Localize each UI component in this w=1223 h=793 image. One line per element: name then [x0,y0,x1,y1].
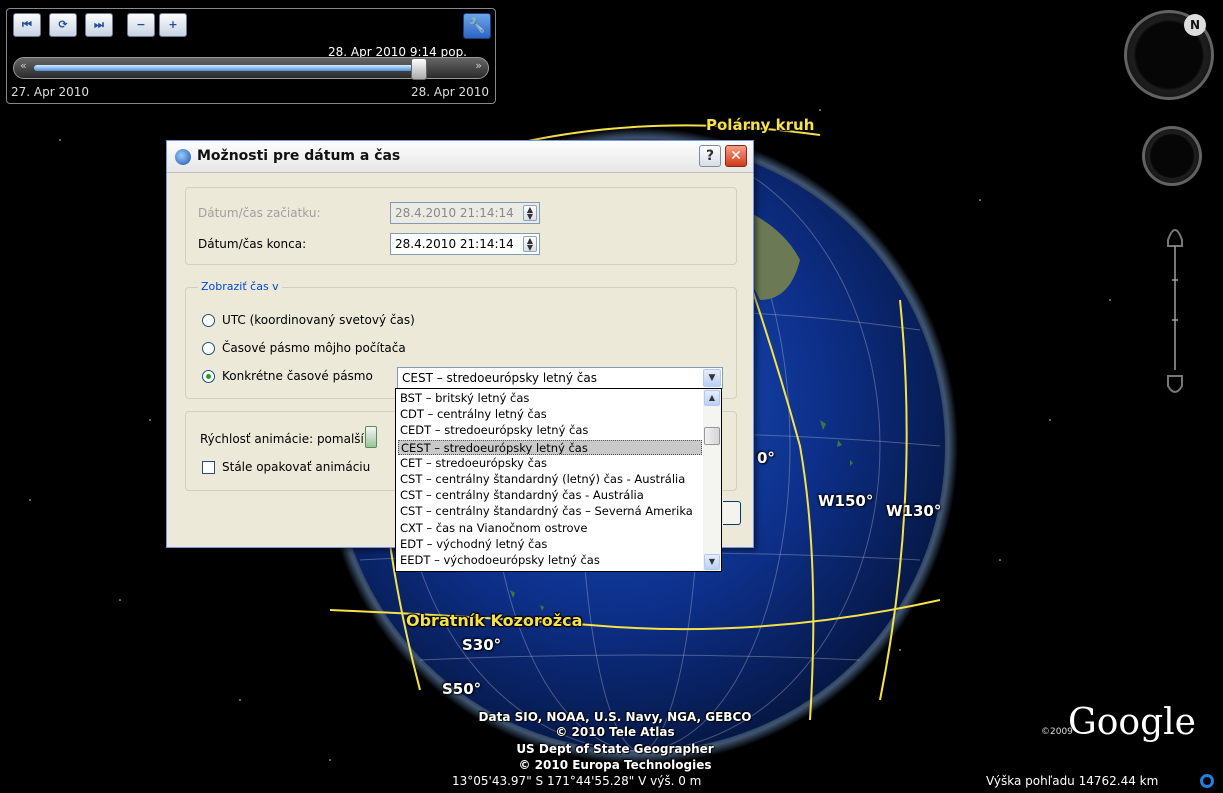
radio-utc[interactable] [202,314,215,327]
zoom-slider[interactable] [1160,220,1190,400]
attribution-line-2: © 2010 Tele Atlas [555,725,675,739]
start-datetime-label: Dátum/čas začiatku: [198,206,321,220]
repeat-animation-label[interactable]: Stále opakovať animáciu [222,460,370,474]
animation-speed-slider[interactable] [365,426,377,448]
timezone-option[interactable]: CEST – stredoeurópsky letný čas [398,439,702,455]
google-earth-icon [175,149,191,165]
time-slider-thumb[interactable] [411,58,428,80]
timezone-dropdown-list[interactable]: BST – britský letný čas CDT – centrálny l… [395,388,722,572]
status-altitude: Výška pohľadu 14762.44 km [986,774,1159,788]
timezone-select-value: CEST – stredoeurópsky letný čas [402,371,597,385]
google-logo: Google [1068,702,1196,743]
help-button[interactable]: ? [699,145,721,167]
animation-speed-label: Rýchlosť animácie: pomalší [200,432,364,446]
time-start-label: 27. Apr 2010 [11,85,90,99]
partial-degree-label: 0° [757,449,775,467]
timezone-option[interactable]: CDT – centrálny letný čas [398,407,702,422]
radio-local-label[interactable]: Časové pásmo môjho počítača [222,341,406,355]
timezone-option[interactable]: EEDT – východoeurópsky letný čas [398,553,702,568]
double-left-arrow-icon[interactable]: « [20,59,27,72]
attribution-line-1: Data SIO, NOAA, U.S. Navy, NGA, GEBCO [478,710,752,724]
radio-local[interactable] [202,342,215,355]
status-coordinates: 13°05'43.97" S 171°44'55.28" V výš. 0 m [452,774,702,788]
date-range-group: Dátum/čas začiatku: 28.4.2010 21:14:14 ▲… [185,187,737,265]
play-loop-button[interactable]: ⟳ [49,13,77,37]
close-button[interactable]: ✕ [725,145,747,167]
north-icon[interactable]: N [1184,14,1206,36]
dialog-title: Možnosti pre dátum a čas [197,148,401,164]
timezone-option[interactable]: CST – centrálny štandardný čas - Austrál… [398,488,702,503]
s50-label: S50° [442,680,482,698]
streaming-indicator-icon [1200,774,1214,788]
attribution-line-3: US Dept of State Geographer [516,742,714,756]
timezone-option[interactable]: CET – stredoeurópsky čas [398,456,702,471]
ok-button[interactable] [723,501,741,525]
dialog-titlebar[interactable]: Možnosti pre dátum a čas ? ✕ [167,141,753,173]
arctic-circle-label: Polárny kruh [706,116,815,134]
timezone-option[interactable]: BST – britský letný čas [398,391,702,406]
move-joystick[interactable] [1142,126,1202,186]
double-right-arrow-icon[interactable]: » [475,59,482,72]
end-spinner[interactable]: ▲ ▼ [523,236,537,252]
time-end-label: 28. Apr 2010 [410,85,489,99]
jump-start-button[interactable]: ⏮ [13,13,41,37]
scrollbar-thumb[interactable] [704,427,720,445]
timezone-option[interactable]: CST – centrálny štandardný (letný) čas -… [398,472,702,487]
timezone-option[interactable]: CEDT – stredoeurópsky letný čas [398,423,702,438]
end-datetime-field[interactable]: 28.4.2010 21:14:14 ▲ ▼ [390,233,540,255]
start-datetime-field: 28.4.2010 21:14:14 ▲ ▼ [390,202,540,224]
w150-label: W150° [818,492,874,510]
repeat-animation-checkbox[interactable] [202,461,215,474]
w130-label: W130° [886,502,942,520]
start-datetime-value: 28.4.2010 21:14:14 [395,206,514,220]
chevron-down-icon[interactable]: ▼ [703,369,721,387]
radio-utc-label[interactable]: UTC (koordinovaný svetový čas) [222,313,415,327]
tropic-capricorn-label: Obratník Kozorožca [406,611,583,630]
jump-end-button[interactable]: ⏭ [85,13,113,37]
end-datetime-value: 28.4.2010 21:14:14 [395,237,514,251]
timezone-option[interactable]: CXT – čas na Vianočnom ostrove [398,521,702,536]
time-track-fill [34,65,420,71]
time-track[interactable]: « » [13,57,489,80]
attribution-line-4: © 2010 Europa Technologies [518,758,712,772]
radio-specific-label[interactable]: Konkrétne časové pásmo [222,369,373,383]
end-datetime-label: Dátum/čas konca: [198,237,307,251]
zoom-out-time-button[interactable]: − [127,13,155,37]
show-time-legend: Zobraziť čas v [198,280,282,293]
timezone-option[interactable]: CST – centrálny štandardný čas – Severná… [398,504,702,519]
start-spinner: ▲ ▼ [523,205,537,221]
scroll-down-icon[interactable]: ▼ [704,554,720,570]
s30-label: S30° [462,636,502,654]
timezone-select[interactable]: CEST – stredoeurópsky letný čas ▼ [397,367,723,389]
scroll-up-icon[interactable]: ▲ [704,390,720,406]
zoom-in-time-button[interactable]: + [159,13,187,37]
dropdown-scrollbar[interactable]: ▲ ▼ [703,389,721,571]
wrench-icon[interactable]: 🔧 [463,13,491,39]
time-slider-panel: ⏮ ⟳ ⏭ − + 🔧 28. Apr 2010 9:14 pop. « » 2… [6,8,496,104]
timezone-option[interactable]: EDT – východný letný čas [398,537,702,552]
radio-specific[interactable] [202,370,215,383]
